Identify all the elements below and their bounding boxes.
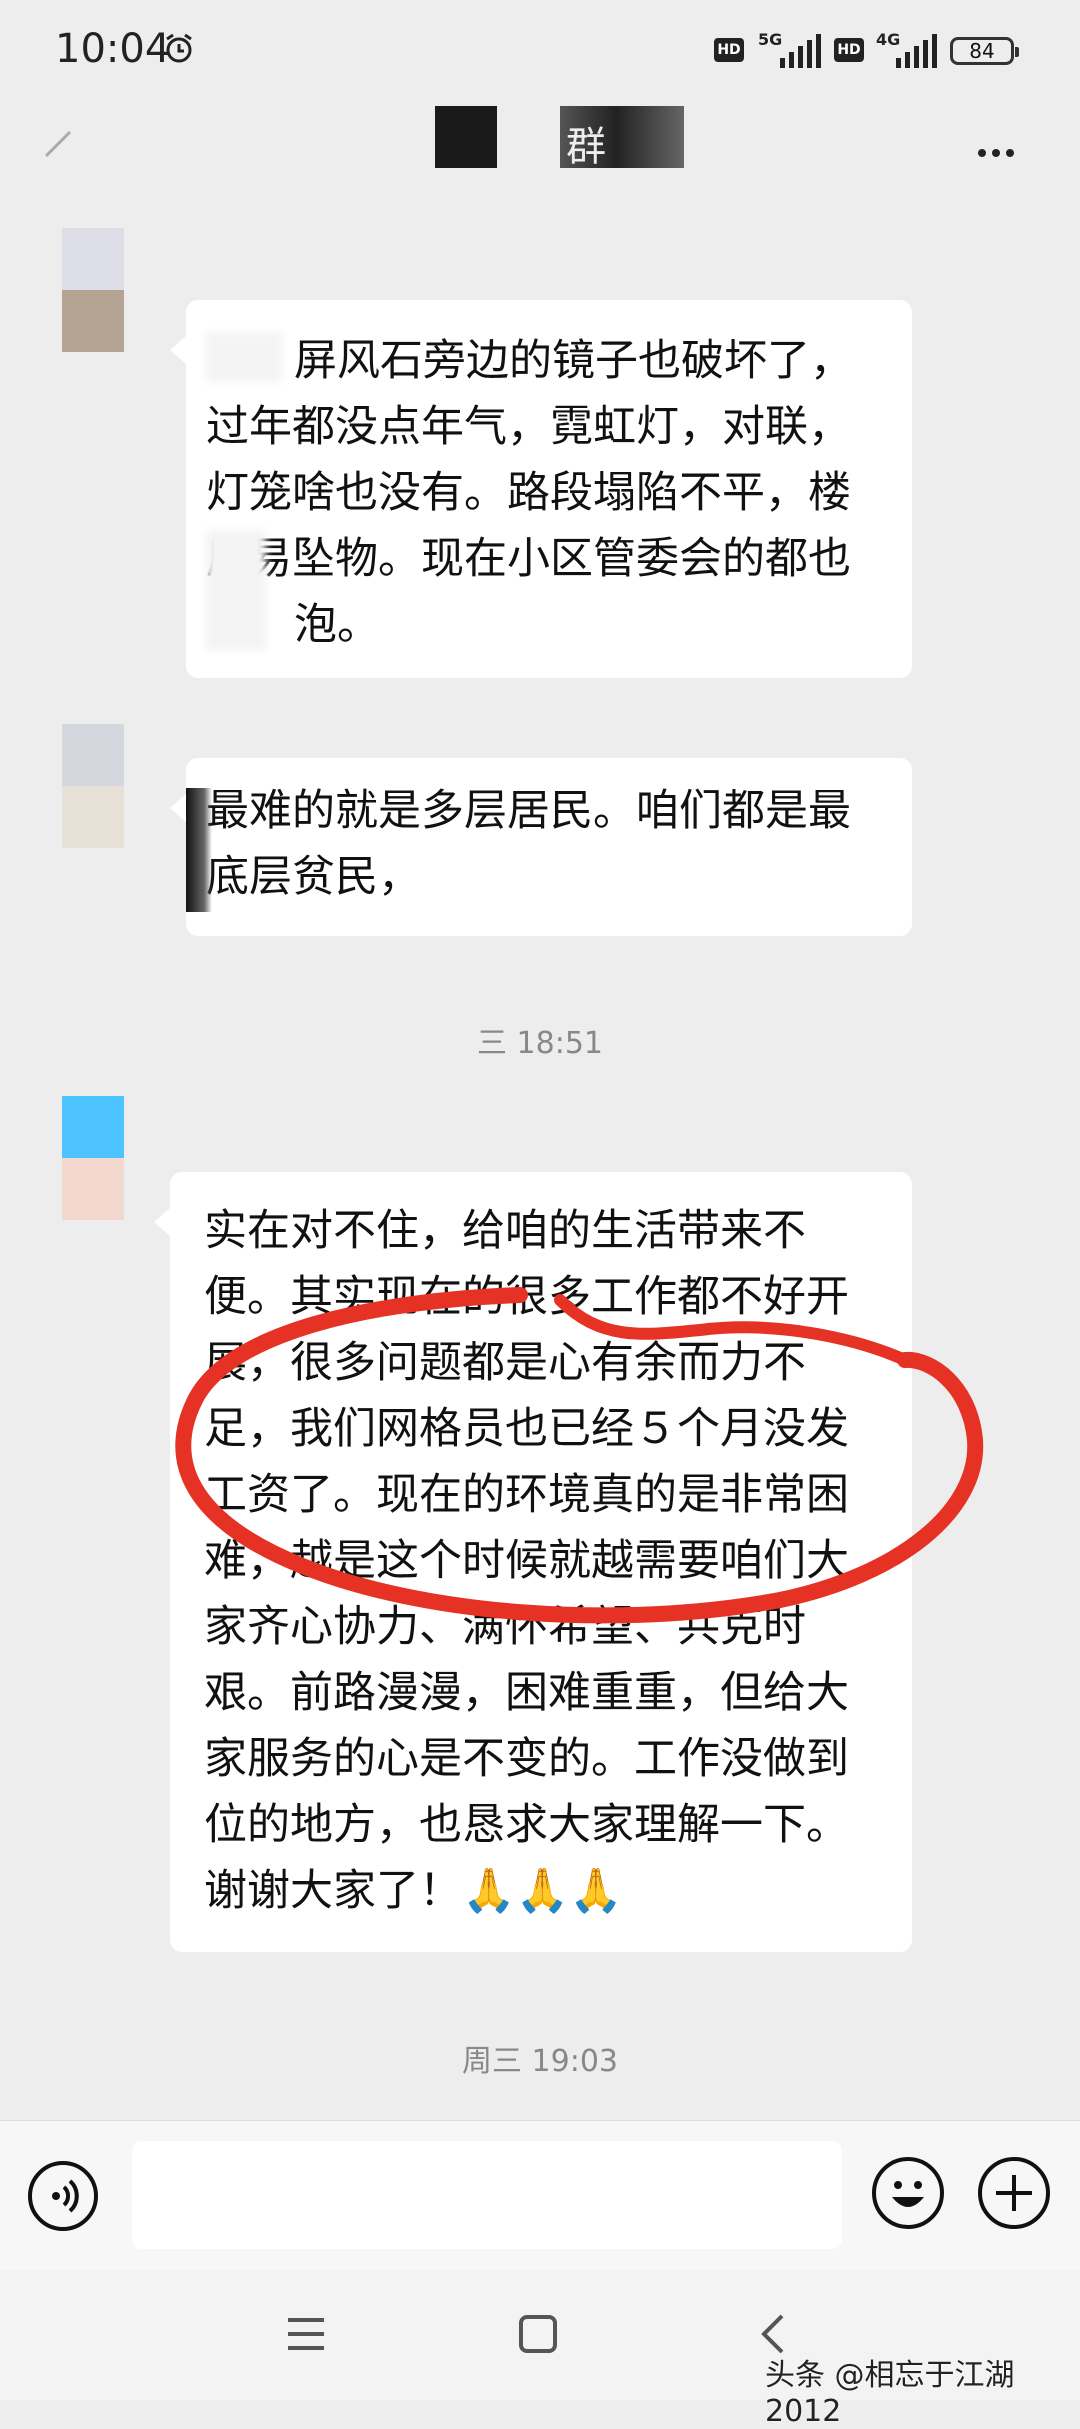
emoji-icon xyxy=(892,2181,924,2207)
message-line: 屏风石旁边的镜子也破坏了， xyxy=(294,336,853,386)
system-nav-bar: 头条 @相忘于江湖2012 xyxy=(0,2270,1080,2429)
message-bubble[interactable]: 屏风石旁边的镜子也破坏了， 过年都没点年气，霓虹灯，对联， 灯笼啥也没有。路段塌… xyxy=(170,300,912,678)
redacted-title-block xyxy=(435,106,497,168)
redaction-blur xyxy=(206,530,266,650)
message-line: 艰。前路漫漫，困难重重，但给大 xyxy=(204,1668,849,1718)
status-bar: 10:04 HD 5G HD 4G 84 xyxy=(0,0,1080,100)
battery-indicator: 84 xyxy=(950,37,1019,65)
back-icon[interactable] xyxy=(44,128,74,158)
message-line: 家齐心协力、满怀希望、共克时 xyxy=(204,1602,806,1652)
back-nav-icon[interactable] xyxy=(760,2314,786,2354)
status-time: 10:04 xyxy=(55,26,171,72)
home-icon[interactable] xyxy=(518,2314,558,2354)
message-bubble[interactable]: 最难的就是多层居民。咱们都是最 底层贫民， xyxy=(170,758,912,936)
message-bubble[interactable]: 实在对不住，给咱的生活带来不 便。其实现在的很多工作都不好开 展，很多问题都是心… xyxy=(154,1172,912,1952)
message-line: 谢谢大家了！🙏🙏🙏 xyxy=(204,1866,623,1916)
voice-button[interactable] xyxy=(28,2161,98,2231)
avatar[interactable] xyxy=(62,1096,124,1220)
message-line: 便。其实现在的很多工作都不好开 xyxy=(204,1272,849,1322)
plus-icon xyxy=(996,2175,1032,2211)
emoji-button[interactable] xyxy=(872,2157,944,2229)
voice-icon xyxy=(52,2179,79,2213)
message-line: 展，很多问题都是心有余而力不 xyxy=(204,1338,806,1388)
chat-title: 群 xyxy=(566,124,606,170)
hd-badge-1: HD xyxy=(714,38,744,62)
signal-icon-1 xyxy=(780,34,821,68)
input-bar xyxy=(0,2120,1080,2271)
message-line: 最难的就是多层居民。咱们都是最 xyxy=(206,786,851,836)
message-line: 位的地方，也恳求大家理解一下。 xyxy=(204,1800,849,1850)
menu-icon[interactable] xyxy=(286,2316,326,2352)
network-5g-label: 5G xyxy=(758,30,783,49)
chat-header: 群 xyxy=(0,100,1080,210)
message-line: 工资了。现在的环境真的是非常困 xyxy=(204,1470,849,1520)
message-timestamp: 周三 19:03 xyxy=(462,2044,618,2079)
message-line: 实在对不住，给咱的生活带来不 xyxy=(204,1206,806,1256)
more-options-icon[interactable] xyxy=(978,142,1020,161)
message-timestamp: 三 18:51 xyxy=(477,1026,603,1061)
watermark: 头条 @相忘于江湖2012 xyxy=(765,2358,1015,2429)
message-line: 房易坠物。现在小区管委会的都也 xyxy=(206,534,851,584)
redaction-blur xyxy=(186,788,212,912)
message-line: 足，我们网格员也已经５个月没发 xyxy=(204,1404,849,1454)
message-line: 灯笼啥也没有。路段塌陷不平，楼 xyxy=(206,468,851,518)
message-line: 难，越是这个时候就越需要咱们大 xyxy=(204,1536,849,1586)
alarm-icon xyxy=(166,33,192,63)
message-line: 家服务的心是不变的。工作没做到 xyxy=(204,1734,849,1784)
message-line: 过年都没点年气，霓虹灯，对联， xyxy=(206,402,851,452)
message-input[interactable] xyxy=(132,2141,842,2249)
hd-badge-2: HD xyxy=(834,38,864,62)
message-line: 底层贫民， xyxy=(206,852,421,902)
more-actions-button[interactable] xyxy=(978,2157,1050,2229)
signal-icon-2 xyxy=(896,34,937,68)
avatar[interactable] xyxy=(62,228,124,352)
redaction-blur xyxy=(206,332,282,382)
avatar[interactable] xyxy=(62,724,124,848)
message-line: 泡。 xyxy=(294,600,380,650)
